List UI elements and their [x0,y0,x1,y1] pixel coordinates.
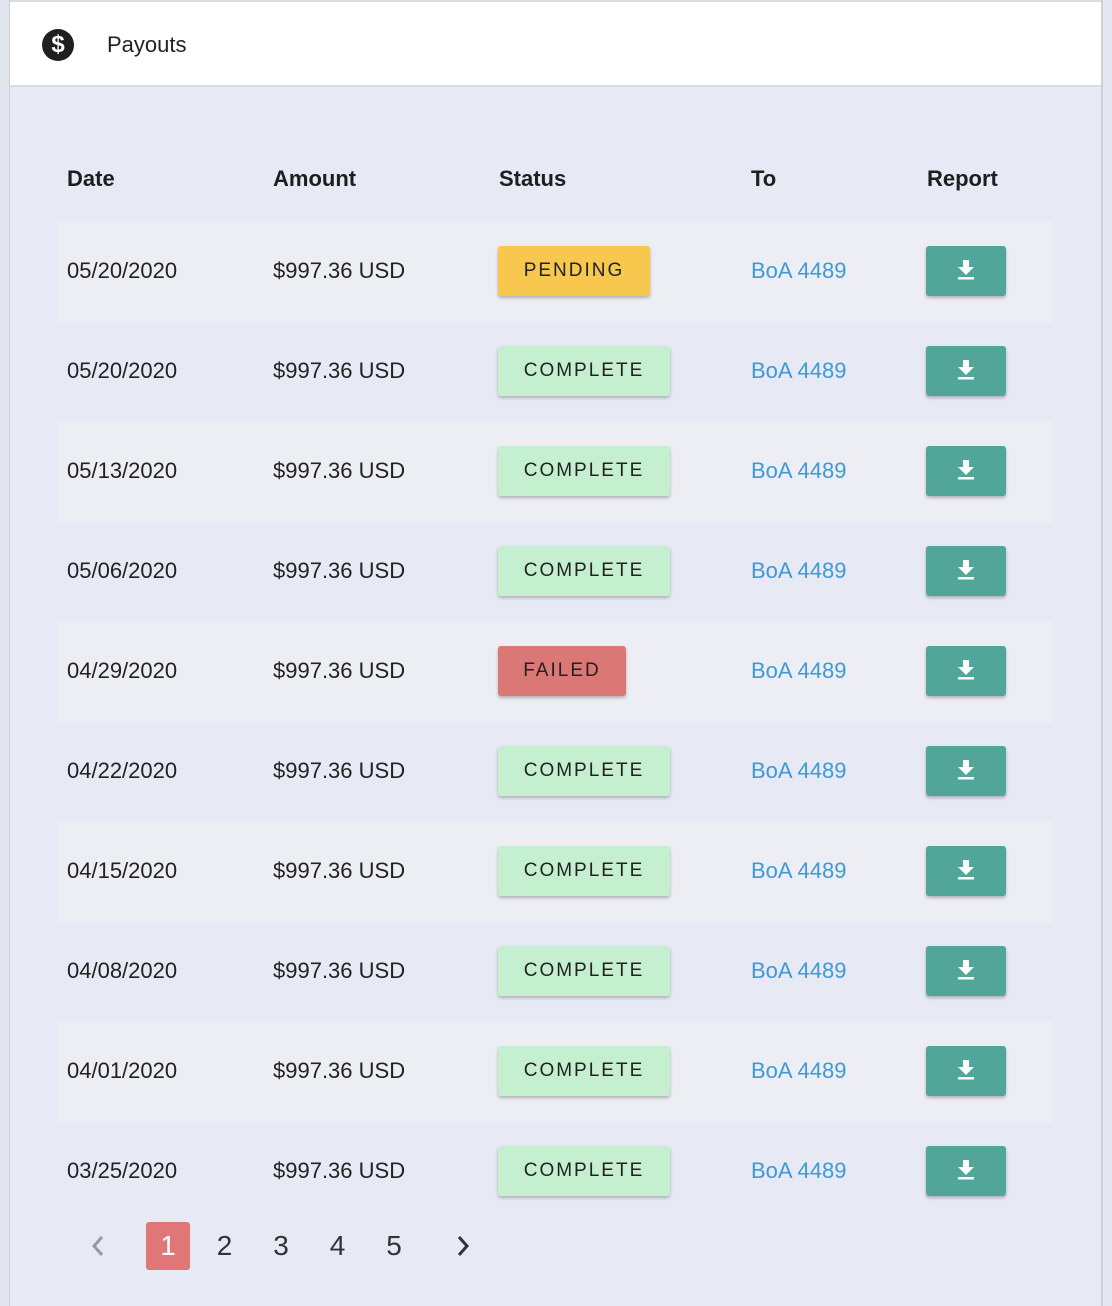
download-icon [958,360,974,380]
card-header: $ Payouts [10,0,1101,87]
destination-account-link[interactable]: BoA 4489 [751,258,846,284]
page-3-button[interactable]: 3 [259,1222,303,1270]
status-badge: PENDING [498,246,650,296]
payout-amount: $997.36 USD [273,558,406,583]
download-icon [958,960,974,980]
table-row: 05/13/2020 $997.36 USD COMPLETE BoA 4489 [58,422,1052,522]
status-badge: COMPLETE [498,446,670,496]
status-badge: COMPLETE [498,1146,670,1196]
page-2-button[interactable]: 2 [203,1222,247,1270]
download-report-button[interactable] [926,346,1006,396]
table-row: 05/06/2020 $997.36 USD COMPLETE BoA 4489 [58,522,1052,622]
table-row: 05/20/2020 $997.36 USD COMPLETE BoA 4489 [58,322,1052,422]
destination-account-link[interactable]: BoA 4489 [751,1158,846,1184]
status-badge: COMPLETE [498,746,670,796]
download-icon [958,1060,974,1080]
payout-date: 04/15/2020 [67,858,178,883]
payout-date: 03/25/2020 [67,1158,178,1183]
destination-account-link[interactable]: BoA 4489 [751,558,846,584]
payout-amount: $997.36 USD [273,658,406,683]
window-right-border [1101,0,1112,1306]
chevron-left-icon[interactable] [90,1234,106,1258]
table-row: 05/20/2020 $997.36 USD PENDING BoA 4489 [58,222,1052,322]
table-row: 04/08/2020 $997.36 USD COMPLETE BoA 4489 [58,922,1052,1022]
destination-account-link[interactable]: BoA 4489 [751,1058,846,1084]
status-badge: COMPLETE [498,946,670,996]
download-report-button[interactable] [926,246,1006,296]
payout-date: 05/06/2020 [67,558,178,583]
table-row: 04/15/2020 $997.36 USD COMPLETE BoA 4489 [58,822,1052,922]
status-badge: COMPLETE [498,1046,670,1096]
download-report-button[interactable] [926,946,1006,996]
column-header-status: Status [499,166,567,191]
payout-amount: $997.36 USD [273,958,406,983]
column-header-report: Report [927,166,998,191]
payout-date: 05/20/2020 [67,258,178,283]
destination-account-link[interactable]: BoA 4489 [751,958,846,984]
download-icon [958,1160,974,1180]
download-icon [958,760,974,780]
page-title: Payouts [107,32,187,57]
download-report-button[interactable] [926,846,1006,896]
payout-amount: $997.36 USD [273,758,406,783]
column-header-amount: Amount [273,166,357,191]
page-5-button[interactable]: 5 [372,1222,416,1270]
dollar-circle-icon: $ [42,29,74,61]
download-report-button[interactable] [926,546,1006,596]
table-row: 04/01/2020 $997.36 USD COMPLETE BoA 4489 [58,1022,1052,1122]
payout-date: 05/13/2020 [67,458,178,483]
status-badge: COMPLETE [498,346,670,396]
download-report-button[interactable] [926,746,1006,796]
page-1-button[interactable]: 1 [146,1222,190,1270]
destination-account-link[interactable]: BoA 4489 [751,658,846,684]
payout-date: 04/29/2020 [67,658,178,683]
status-badge: COMPLETE [498,546,670,596]
payout-amount: $997.36 USD [273,1158,406,1183]
destination-account-link[interactable]: BoA 4489 [751,358,846,384]
table-row: 04/22/2020 $997.36 USD COMPLETE BoA 4489 [58,722,1052,822]
page-4-button[interactable]: 4 [316,1222,360,1270]
payout-amount: $997.36 USD [273,1058,406,1083]
download-icon [958,560,974,580]
status-badge: FAILED [498,646,626,696]
column-header-to: To [751,166,777,191]
download-icon [958,660,974,680]
payout-amount: $997.36 USD [273,358,406,383]
destination-account-link[interactable]: BoA 4489 [751,458,846,484]
download-icon [958,860,974,880]
download-report-button[interactable] [926,646,1006,696]
destination-account-link[interactable]: BoA 4489 [751,758,846,784]
download-report-button[interactable] [926,446,1006,496]
chevron-right-icon[interactable] [455,1234,471,1258]
table-row: 03/25/2020 $997.36 USD COMPLETE BoA 4489 [58,1122,1052,1222]
download-report-button[interactable] [926,1146,1006,1196]
destination-account-link[interactable]: BoA 4489 [751,858,846,884]
column-header-date: Date [67,166,115,191]
download-report-button[interactable] [926,1046,1006,1096]
payout-date: 04/08/2020 [67,958,178,983]
download-icon [958,460,974,480]
payout-date: 04/22/2020 [67,758,178,783]
payout-amount: $997.36 USD [273,458,406,483]
payout-date: 04/01/2020 [67,1058,178,1083]
download-icon [958,260,974,280]
payout-amount: $997.36 USD [273,858,406,883]
window-left-border [0,0,10,1306]
table-row: 04/29/2020 $997.36 USD FAILED BoA 4489 [58,622,1052,722]
status-badge: COMPLETE [498,846,670,896]
payout-amount: $997.36 USD [273,258,406,283]
payouts-card: $ Payouts Date Amount Status To Report 0… [10,0,1101,1306]
payout-date: 05/20/2020 [67,358,178,383]
